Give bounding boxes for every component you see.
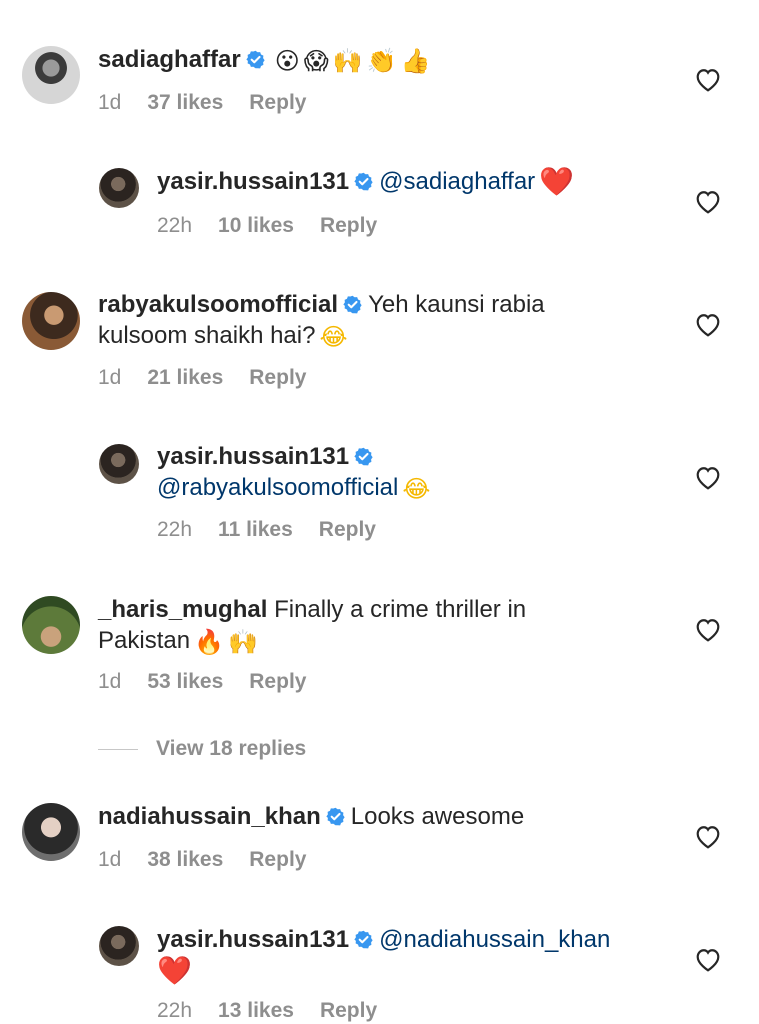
- comment-body: _haris_mughal Finally a crime thriller i…: [98, 594, 578, 656]
- verified-badge-icon: [246, 50, 265, 69]
- comment-body: rabyakulsoomofficial Yeh kaunsi rabia kul…: [98, 289, 598, 351]
- reply-button[interactable]: Reply: [320, 214, 377, 237]
- like-heart-icon[interactable]: [695, 313, 721, 337]
- avatar[interactable]: [22, 292, 80, 350]
- comment-body: sadiaghaffar 😮 😱 🙌 👏 👍: [98, 44, 658, 75]
- astonished-emoji-icon: 😮: [274, 47, 300, 75]
- username[interactable]: yasir.hussain131: [157, 443, 349, 470]
- timestamp: 22h: [157, 518, 193, 541]
- fire-emoji-icon: 🔥: [194, 628, 224, 656]
- clap-emoji-icon: 👏: [366, 47, 397, 75]
- comment-meta: 1d 53 likes Reply: [98, 669, 332, 695]
- mention-link[interactable]: @rabyakulsoomofficial: [157, 474, 398, 501]
- tears-of-joy-emoji-icon: 😂: [319, 323, 348, 351]
- like-count[interactable]: 37 likes: [147, 91, 223, 114]
- like-count[interactable]: 11 likes: [218, 518, 293, 541]
- like-count[interactable]: 38 likes: [147, 848, 223, 871]
- reply-button[interactable]: Reply: [319, 518, 376, 541]
- timestamp: 22h: [157, 999, 193, 1022]
- username[interactable]: rabyakulsoomofficial: [98, 291, 338, 318]
- view-replies-divider: [98, 748, 138, 750]
- username[interactable]: sadiaghaffar: [98, 46, 241, 73]
- username[interactable]: yasir.hussain131: [157, 168, 349, 195]
- comment-body: nadiahussain_khan Looks awesome: [98, 801, 658, 832]
- verified-badge-icon: [326, 807, 345, 826]
- reply-button[interactable]: Reply: [249, 91, 306, 114]
- username[interactable]: nadiahussain_khan: [98, 803, 321, 830]
- like-count[interactable]: 53 likes: [147, 670, 223, 693]
- comment-meta: 22h 13 likes Reply: [157, 998, 403, 1024]
- avatar[interactable]: [99, 444, 139, 484]
- comment-meta: 22h 11 likes Reply: [157, 517, 402, 543]
- reply-button[interactable]: Reply: [320, 999, 377, 1022]
- avatar[interactable]: [99, 168, 139, 208]
- verified-badge-icon: [354, 447, 373, 466]
- comment-meta: 1d 38 likes Reply: [98, 847, 332, 873]
- comment-body: yasir.hussain131 @sadiaghaffar ❤️: [157, 166, 657, 197]
- avatar[interactable]: [22, 46, 80, 104]
- like-count[interactable]: 13 likes: [218, 999, 294, 1022]
- comment-text: Looks awesome: [350, 803, 525, 830]
- username[interactable]: yasir.hussain131: [157, 926, 349, 953]
- view-replies-button[interactable]: View 18 replies: [98, 736, 306, 762]
- like-heart-icon[interactable]: [695, 466, 721, 490]
- avatar[interactable]: [22, 596, 80, 654]
- raised-hands-emoji-icon: 🙌: [332, 47, 363, 75]
- verified-badge-icon: [354, 930, 373, 949]
- raised-hands-emoji-icon: 🙌: [227, 628, 258, 656]
- avatar[interactable]: [99, 926, 139, 966]
- reply-button[interactable]: Reply: [249, 366, 306, 389]
- thumbs-up-emoji-icon: 👍: [400, 47, 431, 75]
- verified-badge-icon: [343, 295, 362, 314]
- mention-link[interactable]: @sadiaghaffar: [379, 168, 535, 195]
- verified-badge-icon: [354, 172, 373, 191]
- like-heart-icon[interactable]: [695, 948, 721, 972]
- avatar[interactable]: [22, 803, 80, 861]
- like-heart-icon[interactable]: [695, 618, 721, 642]
- like-heart-icon[interactable]: [695, 190, 721, 214]
- comment-meta: 1d 21 likes Reply: [98, 365, 332, 391]
- reply-button[interactable]: Reply: [249, 848, 306, 871]
- red-heart-emoji-icon: ❤️: [157, 954, 192, 987]
- scream-emoji-icon: 😱: [303, 47, 329, 75]
- timestamp: 1d: [98, 366, 122, 389]
- tears-of-joy-emoji-icon: 😂: [402, 475, 431, 503]
- username[interactable]: _haris_mughal: [98, 596, 267, 623]
- like-count[interactable]: 21 likes: [147, 366, 223, 389]
- comment-meta: 22h 10 likes Reply: [157, 213, 403, 239]
- comment-body: yasir.hussain131 @rabyakulsoomofficial 😂: [157, 441, 577, 503]
- comment-body: yasir.hussain131 @nadiahussain_khan ❤️: [157, 924, 657, 986]
- like-heart-icon[interactable]: [695, 68, 721, 92]
- timestamp: 1d: [98, 848, 122, 871]
- reply-button[interactable]: Reply: [249, 670, 306, 693]
- timestamp: 22h: [157, 214, 193, 237]
- like-heart-icon[interactable]: [695, 825, 721, 849]
- timestamp: 1d: [98, 670, 122, 693]
- comment-meta: 1d 37 likes Reply: [98, 90, 332, 116]
- view-replies-label: View 18 replies: [156, 737, 307, 760]
- red-heart-emoji-icon: ❤️: [539, 165, 575, 198]
- mention-link[interactable]: @nadiahussain_khan: [379, 926, 610, 953]
- timestamp: 1d: [98, 91, 122, 114]
- like-count[interactable]: 10 likes: [218, 214, 294, 237]
